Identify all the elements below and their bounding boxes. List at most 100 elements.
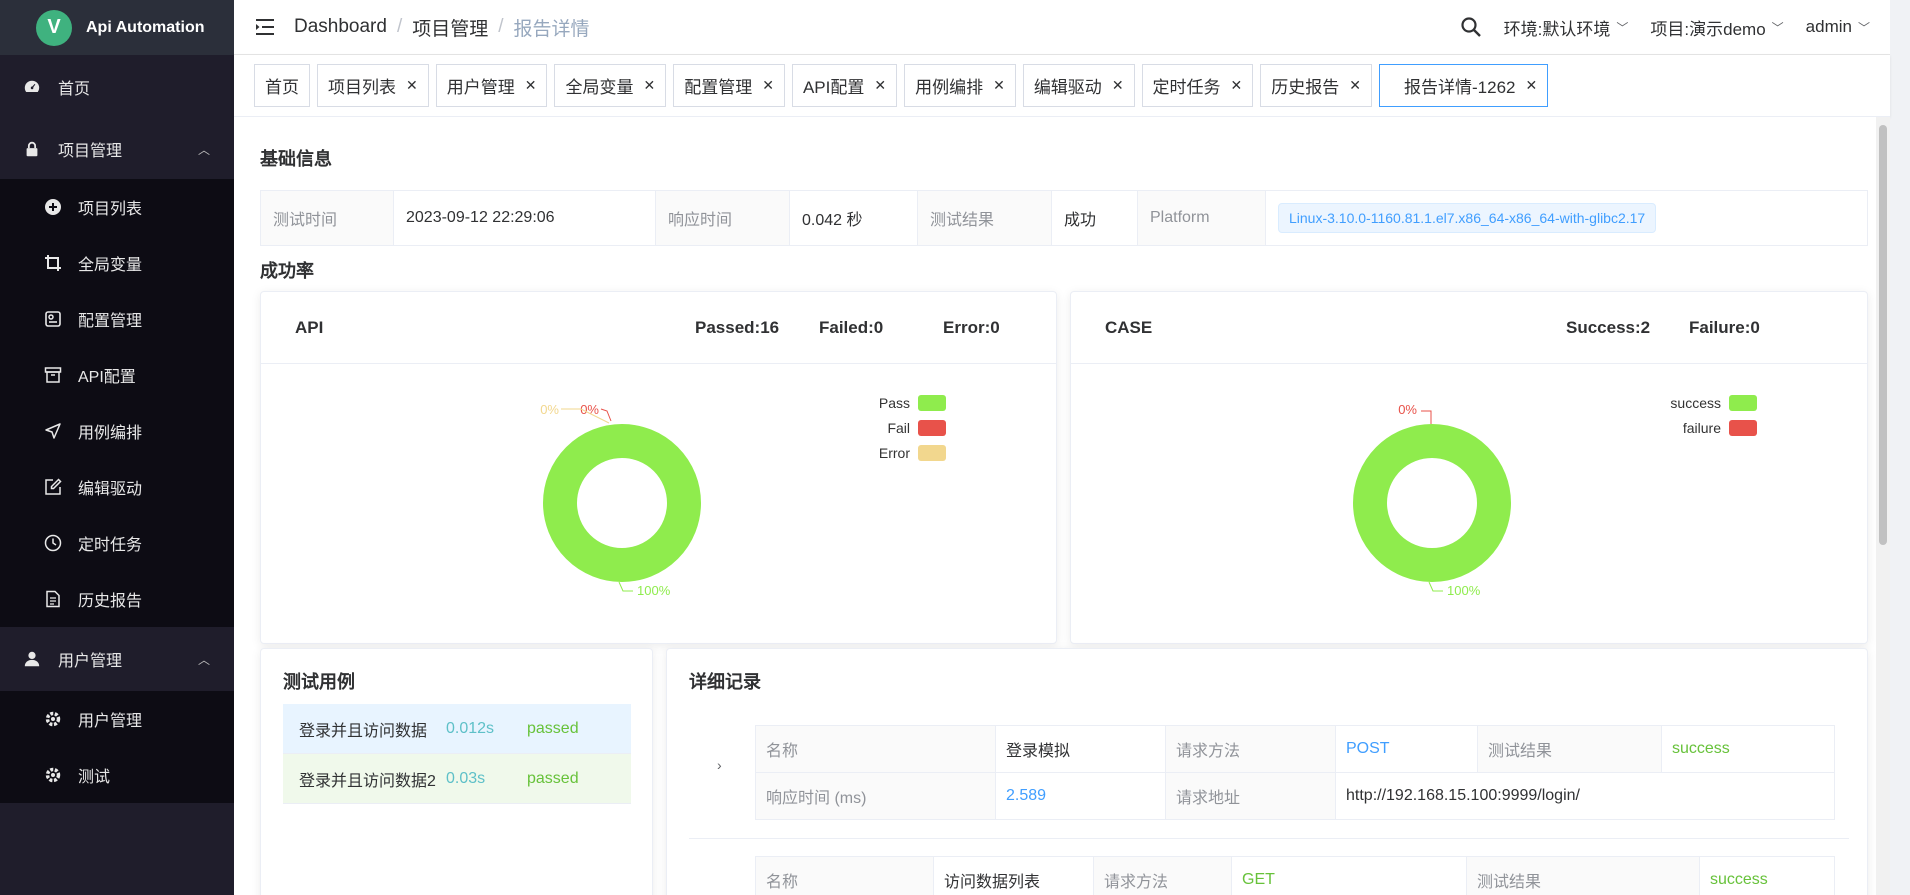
result-value: 成功 <box>1051 190 1138 246</box>
legend-label: success <box>1670 395 1721 411</box>
tag-edit-driver[interactable]: 编辑驱动 ✕ <box>1022 64 1135 107</box>
sidebar-item-label: 测试 <box>78 769 111 786</box>
platform-cell: Linux-3.10.0-1160.81.1.el7.x86_64-x86_64… <box>1265 190 1868 246</box>
tag-home[interactable]: 首页 <box>254 64 310 107</box>
project-select[interactable]: 项目:演示demo ﹀ <box>1650 15 1783 40</box>
scrollbar-thumb[interactable] <box>1879 125 1887 545</box>
tag-report-detail[interactable]: 报告详情-1262 ✕ <box>1379 64 1549 107</box>
legend-item-failure[interactable]: failure <box>1670 420 1757 436</box>
case-card-title: CASE <box>1105 317 1153 337</box>
header-right: 环境:默认环境 ﹀ 项目:演示demo ﹀ admin ﹀ <box>1460 15 1870 40</box>
tag-label: 历史报告 <box>1271 78 1340 97</box>
chevron-down-icon: ﹀ <box>1857 20 1870 35</box>
sidebar-item-label: 全局变量 <box>78 257 143 274</box>
sidebar-item-label: 历史报告 <box>78 593 143 610</box>
app-logo[interactable]: V Api Automation <box>0 0 234 55</box>
tag-global-vars[interactable]: 全局变量 ✕ <box>554 64 667 107</box>
user-menu-name: admin <box>1805 17 1852 36</box>
hamburger-icon[interactable] <box>254 16 276 38</box>
test-cases-title: 测试用例 <box>283 672 355 692</box>
sidebar-item-edit-driver[interactable]: 编辑驱动 <box>0 459 234 515</box>
sidebar-item-test[interactable]: 测试 <box>0 747 234 803</box>
legend-item-error[interactable]: Error <box>879 445 946 461</box>
test-case-list: 登录并且访问数据 0.012s passed 登录并且访问数据2 0.03s p… <box>283 704 631 804</box>
legend-item-fail[interactable]: Fail <box>879 420 946 436</box>
detail-record-1: 名称 登录模拟 请求方法 POST 测试结果 success 响应时间 (ms)… <box>755 725 1835 820</box>
tag-scheduled-tasks[interactable]: 定时任务 ✕ <box>1141 64 1254 107</box>
platform-label: Platform <box>1137 190 1266 246</box>
tag-user-management[interactable]: 用户管理 ✕ <box>435 64 548 107</box>
detail-records-card: 详细记录 › 名称 登录模拟 请求方法 POST 测试结果 success 响应… <box>666 648 1868 895</box>
tag-config[interactable]: 配置管理 ✕ <box>673 64 785 107</box>
sidebar-item-scheduled-tasks[interactable]: 定时任务 <box>0 515 234 571</box>
basic-info-table: 测试时间 2023-09-12 22:29:06 响应时间 0.042 秒 测试… <box>260 190 1868 246</box>
sidebar-group-user[interactable]: 用户管理 ︿ <box>0 627 234 691</box>
close-icon[interactable]: ✕ <box>993 77 1005 94</box>
tag-label: API配置 <box>802 78 865 97</box>
tag-api-config[interactable]: API配置 ✕ <box>791 64 898 107</box>
close-icon[interactable]: ✕ <box>406 77 418 94</box>
sidebar-group-project[interactable]: 项目管理 ︿ <box>0 119 234 179</box>
sidebar-item-label: 首页 <box>58 81 91 98</box>
sidebar: V Api Automation 首页 项目管理 ︿ 项目列表 全局变量 配置管… <box>0 0 234 895</box>
gear-icon <box>44 710 62 728</box>
document-icon <box>44 590 62 608</box>
chevron-right-icon[interactable]: › <box>717 757 722 773</box>
sidebar-item-user-management[interactable]: 用户管理 <box>0 691 234 747</box>
close-icon[interactable]: ✕ <box>1112 77 1124 94</box>
api-rate-card: API Passed:16 Failed:0 Error:0 0% 0% 100% … <box>260 291 1057 644</box>
tag-project-list[interactable]: 项目列表 ✕ <box>317 64 429 107</box>
record-name-label: 名称 <box>755 725 996 773</box>
close-icon[interactable]: ✕ <box>762 77 774 94</box>
record-method: POST <box>1335 725 1478 773</box>
sidebar-item-history-report[interactable]: 历史报告 <box>0 571 234 627</box>
close-icon[interactable]: ✕ <box>1231 77 1243 94</box>
sidebar-item-project-list[interactable]: 项目列表 <box>0 179 234 235</box>
search-icon[interactable] <box>1460 16 1482 38</box>
close-icon[interactable]: ✕ <box>643 77 655 94</box>
sidebar-item-label: 编辑驱动 <box>78 481 143 498</box>
legend-item-pass[interactable]: Pass <box>879 395 946 411</box>
scrollbar-track[interactable] <box>1876 117 1890 895</box>
sidebar-item-home[interactable]: 首页 <box>0 55 234 119</box>
sidebar-item-global-vars[interactable]: 全局变量 <box>0 235 234 291</box>
record-url-label: 请求地址 <box>1165 772 1336 820</box>
tag-history-report[interactable]: 历史报告 ✕ <box>1260 64 1373 107</box>
tag-case-orchestration[interactable]: 用例编排 ✕ <box>904 64 1016 107</box>
close-icon[interactable]: ✕ <box>874 77 886 94</box>
record-name: 登录模拟 <box>995 725 1166 773</box>
vue-logo-icon: V <box>36 9 72 46</box>
list-item[interactable]: 登录并且访问数据2 0.03s passed <box>283 754 631 804</box>
sidebar-item-label: 用户管理 <box>78 713 143 730</box>
detail-records-title: 详细记录 <box>689 672 761 692</box>
breadcrumb-dashboard[interactable]: Dashboard <box>294 16 387 38</box>
record-result-label: 测试结果 <box>1477 725 1662 773</box>
tags-view: 首页 项目列表 ✕ 用户管理 ✕ 全局变量 ✕ 配置管理 ✕ API配置 ✕ 用例编排 ✕ … <box>234 55 1890 117</box>
donut-slice-success[interactable] <box>1353 424 1511 582</box>
record-method: GET <box>1231 856 1467 895</box>
env-select[interactable]: 环境:默认环境 ﹀ <box>1504 15 1629 40</box>
sidebar-item-config[interactable]: 配置管理 <box>0 291 234 347</box>
resp-time-label: 响应时间 <box>655 190 790 246</box>
detail-record-2: 名称 访问数据列表 请求方法 GET 测试结果 success <box>755 856 1835 895</box>
api-card-title: API <box>295 317 324 337</box>
chevron-right-icon[interactable]: › <box>717 889 722 895</box>
legend-label: Pass <box>878 395 910 411</box>
list-item[interactable]: 登录并且访问数据 0.012s passed <box>283 704 631 754</box>
record-name: 访问数据列表 <box>933 856 1094 895</box>
close-icon[interactable]: ✕ <box>525 77 537 94</box>
close-icon[interactable]: ✕ <box>1526 77 1538 94</box>
circle-plus-icon <box>44 198 62 216</box>
breadcrumb-project[interactable]: 项目管理 <box>412 14 488 41</box>
legend-label: failure <box>1682 420 1721 436</box>
sidebar-item-case-orchestration[interactable]: 用例编排 <box>0 403 234 459</box>
record-divider <box>689 838 1849 839</box>
donut-slice-pass[interactable] <box>543 424 701 582</box>
legend-item-success[interactable]: success <box>1670 395 1757 411</box>
legend-swatch <box>918 420 946 436</box>
record-resp: 2.589 <box>995 772 1166 820</box>
close-icon[interactable]: ✕ <box>1349 77 1361 94</box>
user-menu[interactable]: admin ﹀ <box>1806 17 1870 37</box>
sidebar-item-api-config[interactable]: API配置 <box>0 347 234 403</box>
tag-label: 项目列表 <box>328 78 396 97</box>
